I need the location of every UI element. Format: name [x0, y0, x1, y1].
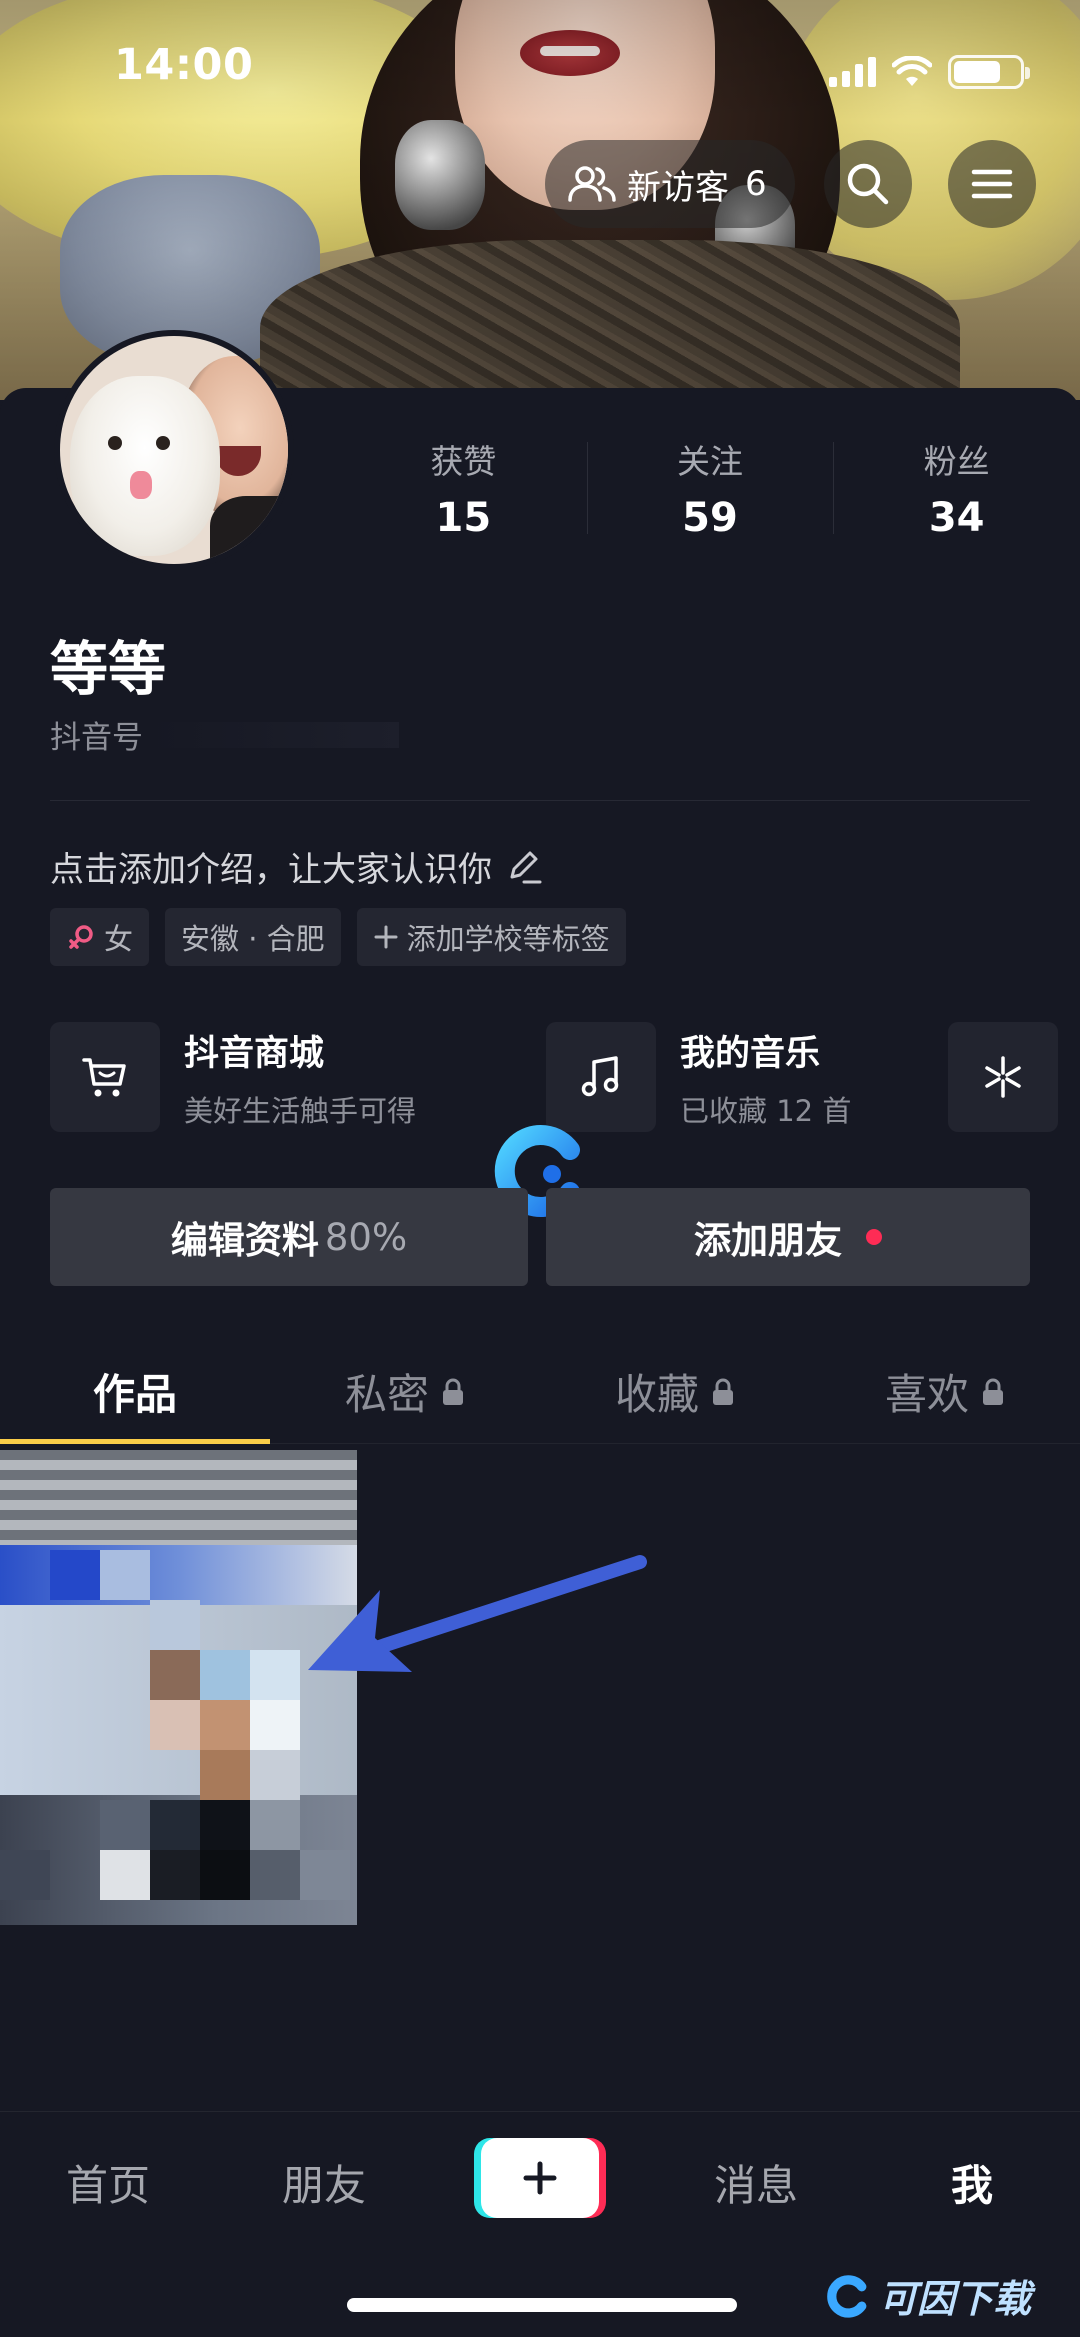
edit-profile-label: 编辑资料: [170, 1219, 319, 1262]
douyin-id-label: 抖音号: [50, 720, 143, 756]
stat-following[interactable]: 关注 59: [586, 428, 834, 548]
music-note-icon: [581, 1056, 619, 1097]
cart-icon: [82, 1058, 126, 1097]
shortcut-douyin-mall[interactable]: 抖音商城 美好生活触手可得: [50, 1022, 416, 1132]
content-tabs: 作品 私密 收藏 喜欢: [0, 1340, 1080, 1444]
divider: [50, 800, 1030, 801]
add-friends-label: 添加朋友: [694, 1219, 842, 1262]
tab-favorites[interactable]: 收藏: [540, 1340, 810, 1443]
tab-favorites-label: 收藏: [614, 1370, 699, 1419]
visitors-count: 6: [745, 164, 767, 204]
nickname: 等等: [50, 635, 167, 703]
status-icons: [829, 52, 1030, 92]
add-school-text: 添加学校等标签: [406, 922, 610, 956]
site-watermark: 可因下载: [825, 2268, 1031, 2323]
shortcuts-row: 抖音商城 美好生活触手可得 我的音乐 已收藏 12 首: [50, 1022, 1080, 1134]
add-friends-button[interactable]: 添加朋友: [546, 1188, 1030, 1286]
shortcut-music-subtitle: 已收藏 12 首: [680, 1093, 852, 1128]
create-post-button[interactable]: [481, 2138, 599, 2218]
nav-messages[interactable]: 消息: [648, 2152, 864, 2213]
visitors-icon: [568, 166, 616, 202]
tab-likes[interactable]: 喜欢: [810, 1340, 1080, 1443]
visitors-label: 新访客: [627, 167, 729, 208]
stat-followers[interactable]: 粉丝 34: [833, 428, 1080, 548]
sparkle-icon: [985, 1056, 1021, 1098]
tab-private-label: 私密: [344, 1370, 429, 1419]
search-icon: [847, 163, 889, 205]
nav-friends[interactable]: 朋友: [216, 2152, 432, 2213]
watermark-logo-icon: [827, 2274, 867, 2318]
shortcut-my-music[interactable]: 我的音乐 已收藏 12 首: [546, 1022, 851, 1132]
home-indicator: [347, 2298, 737, 2312]
hamburger-menu-icon: [971, 169, 1013, 199]
stat-likes[interactable]: 获赞 15: [340, 428, 587, 548]
edit-profile-percent: 80%: [324, 1215, 408, 1259]
stat-followers-label: 粉丝: [923, 442, 990, 481]
douyin-id[interactable]: 抖音号: [50, 712, 399, 757]
edit-profile-button[interactable]: 编辑资料 80%: [50, 1188, 528, 1286]
stat-likes-value: 15: [435, 495, 492, 541]
bio-text: 点击添加介绍，让大家认识你: [50, 850, 492, 890]
plus-icon: [523, 2161, 557, 2195]
plus-icon: [374, 925, 398, 949]
cellular-signal-icon: [829, 57, 876, 87]
location-tag[interactable]: 安徽 · 合肥: [165, 908, 341, 966]
douyin-id-redacted: [149, 721, 399, 748]
profile-stats: 获赞 15 关注 59 粉丝 34: [340, 428, 1080, 548]
tab-works[interactable]: 作品: [0, 1340, 270, 1444]
lock-icon: [713, 1378, 733, 1405]
menu-button[interactable]: [948, 140, 1036, 228]
battery-icon: [948, 55, 1030, 89]
stat-following-label: 关注: [677, 442, 743, 481]
notification-dot: [866, 1229, 882, 1245]
tab-works-label: 作品: [92, 1370, 177, 1419]
edit-pencil-icon: [510, 851, 542, 883]
gender-tag[interactable]: 女: [50, 908, 150, 966]
stat-following-value: 59: [682, 495, 738, 541]
lock-icon: [443, 1378, 463, 1405]
tab-private[interactable]: 私密: [270, 1340, 540, 1443]
wifi-icon: [892, 56, 932, 86]
avatar[interactable]: [54, 330, 294, 570]
annotation-arrow: [308, 1555, 647, 1672]
bio-prompt[interactable]: 点击添加介绍，让大家认识你: [50, 842, 544, 891]
stat-followers-value: 34: [928, 495, 985, 541]
gender-text: 女: [104, 922, 134, 956]
female-symbol-icon: [69, 925, 93, 949]
tab-likes-label: 喜欢: [884, 1370, 969, 1419]
stat-likes-label: 获赞: [430, 442, 497, 481]
shortcut-mall-title: 抖音商城: [184, 1033, 325, 1074]
site-watermark-text: 可因下载: [879, 2277, 1032, 2321]
shortcut-mall-subtitle: 美好生活触手可得: [184, 1093, 417, 1128]
nav-home[interactable]: 首页: [0, 2152, 216, 2213]
shortcut-more[interactable]: [948, 1022, 1058, 1132]
nav-me[interactable]: 我: [864, 2152, 1080, 2213]
new-visitors-button[interactable]: 新访客 6: [545, 140, 795, 228]
lock-icon: [983, 1378, 1003, 1405]
search-button[interactable]: [824, 140, 912, 228]
shortcut-music-title: 我的音乐: [680, 1033, 821, 1074]
add-school-tag-button[interactable]: 添加学校等标签: [356, 908, 626, 966]
status-time: 14:00: [114, 40, 254, 90]
location-text: 安徽 · 合肥: [181, 922, 325, 956]
profile-tags: 女 安徽 · 合肥 添加学校等标签: [50, 908, 626, 966]
